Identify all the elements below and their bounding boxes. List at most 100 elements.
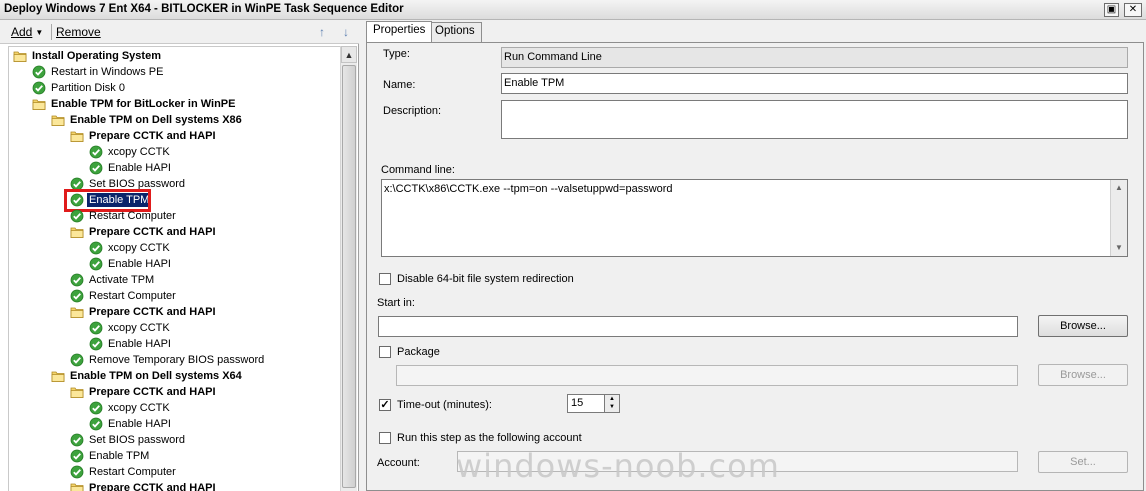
add-label: Add — [11, 25, 33, 39]
green-check-icon — [89, 337, 103, 351]
start-in-label: Start in: — [377, 297, 415, 309]
green-check-icon — [32, 65, 46, 79]
task-sequence-pane: Add ▼ Remove ↑ ↓ Install Operating System… — [0, 20, 359, 491]
scroll-up-arrow[interactable]: ▲ — [341, 46, 357, 63]
tree-step-item[interactable]: Partition Disk 0 — [32, 80, 127, 96]
green-check-icon — [70, 209, 84, 223]
tree-group-item[interactable]: Prepare CCTK and HAPI — [70, 384, 218, 400]
folder-icon — [13, 49, 27, 63]
set-account-button[interactable]: Set... — [1038, 451, 1128, 473]
start-in-field[interactable] — [378, 316, 1018, 337]
tree-step-item[interactable]: Restart Computer — [70, 464, 178, 480]
add-menu[interactable]: Add ▼ — [11, 25, 43, 39]
tree-group-item[interactable]: Install Operating System — [13, 48, 163, 64]
timeout-stepper[interactable]: ▲ ▼ — [604, 394, 620, 413]
watermark: windows-noob.com — [456, 447, 780, 485]
chevron-down-icon: ▼ — [35, 28, 44, 37]
move-down-icon[interactable]: ↓ — [338, 24, 354, 40]
tree-step-item[interactable]: Set BIOS password — [70, 432, 187, 448]
tree-step-item[interactable]: Enable HAPI — [89, 336, 173, 352]
move-up-icon[interactable]: ↑ — [314, 24, 330, 40]
run-as-checkbox[interactable] — [379, 432, 391, 444]
tree-item-label: Restart Computer — [89, 290, 176, 302]
tree-step-item[interactable]: xcopy CCTK — [89, 144, 172, 160]
tree-item-label: Enable TPM for BitLocker in WinPE — [51, 98, 236, 110]
tree-step-item[interactable]: Enable HAPI — [89, 416, 173, 432]
tree-step-item[interactable]: Enable HAPI — [89, 160, 173, 176]
package-checkbox[interactable] — [379, 346, 391, 358]
description-field[interactable] — [501, 100, 1128, 139]
scroll-down-arrow[interactable]: ▼ — [1111, 240, 1127, 256]
tree-item-label: Prepare CCTK and HAPI — [89, 306, 216, 318]
tree-group-item[interactable]: Enable TPM for BitLocker in WinPE — [32, 96, 237, 112]
step-properties-pane: Properties Options Type: Run Command Lin… — [362, 20, 1146, 491]
tree-scrollbar[interactable]: ▲ — [340, 46, 357, 491]
name-field[interactable]: Enable TPM — [501, 73, 1128, 94]
tree-item-label: Prepare CCTK and HAPI — [89, 130, 216, 142]
tree-step-item[interactable]: Restart Computer — [70, 288, 178, 304]
package-field[interactable] — [396, 365, 1018, 386]
scroll-up-arrow[interactable]: ▲ — [1111, 180, 1127, 196]
tree-group-item[interactable]: Prepare CCTK and HAPI — [70, 224, 218, 240]
tree-step-item[interactable]: xcopy CCTK — [89, 400, 172, 416]
remove-button[interactable]: Remove — [56, 25, 101, 39]
stepper-up-icon[interactable]: ▲ — [605, 395, 619, 403]
tree-step-item[interactable]: Enable TPM — [70, 448, 151, 464]
folder-icon — [51, 369, 65, 383]
green-check-icon — [70, 465, 84, 479]
account-label: Account: — [377, 457, 420, 469]
timeout-checkbox[interactable]: ✓ — [379, 399, 391, 411]
tree-item-label: Enable TPM on Dell systems X86 — [70, 114, 242, 126]
tree-step-item[interactable]: Enable HAPI — [89, 256, 173, 272]
restore-button[interactable]: ▣ — [1104, 3, 1119, 17]
scroll-thumb[interactable] — [342, 65, 356, 488]
tree-item-label: Prepare CCTK and HAPI — [89, 386, 216, 398]
tree-group-item[interactable]: Prepare CCTK and HAPI — [70, 128, 218, 144]
tree-step-item[interactable]: Activate TPM — [70, 272, 156, 288]
tree-step-item[interactable]: Restart Computer — [70, 208, 178, 224]
tree-item-label: Set BIOS password — [89, 434, 185, 446]
folder-icon — [70, 385, 84, 399]
tree-item-label: xcopy CCTK — [108, 242, 170, 254]
command-line-scrollbar[interactable]: ▲ ▼ — [1110, 180, 1127, 256]
tab-options[interactable]: Options — [428, 22, 482, 42]
description-label: Description: — [383, 105, 442, 117]
name-label: Name: — [383, 79, 416, 91]
remove-label: Remove — [56, 25, 101, 39]
tree-step-item[interactable]: xcopy CCTK — [89, 320, 172, 336]
tree-group-item[interactable]: Prepare CCTK and HAPI — [70, 480, 218, 491]
tree-item-label: Restart in Windows PE — [51, 66, 164, 78]
tree-item-label: Restart Computer — [89, 466, 176, 478]
tree-step-item[interactable]: Restart in Windows PE — [32, 64, 165, 80]
type-field: Run Command Line — [501, 47, 1128, 68]
tree-item-label: Enable HAPI — [108, 338, 171, 350]
green-check-icon — [70, 353, 84, 367]
stepper-down-icon[interactable]: ▼ — [605, 403, 619, 411]
tree-step-item[interactable]: Remove Temporary BIOS password — [70, 352, 266, 368]
folder-icon — [70, 225, 84, 239]
tab-properties[interactable]: Properties — [366, 21, 433, 42]
toolbar-divider — [51, 24, 52, 40]
task-sequence-tree[interactable]: Install Operating System Restart in Windo… — [8, 46, 340, 491]
tree-group-item[interactable]: Prepare CCTK and HAPI — [70, 304, 218, 320]
command-line-field[interactable]: x:\CCTK\x86\CCTK.exe --tpm=on --valsetup… — [381, 179, 1128, 257]
tree-item-label: xcopy CCTK — [108, 402, 170, 414]
properties-panel: Type: Run Command Line Name: Enable TPM … — [366, 42, 1144, 491]
tree-group-item[interactable]: Enable TPM on Dell systems X86 — [51, 112, 244, 128]
tree-item-label: Enable HAPI — [108, 418, 171, 430]
close-button[interactable]: ✕ — [1124, 3, 1142, 17]
disable-64bit-checkbox[interactable] — [379, 273, 391, 285]
green-check-icon — [89, 161, 103, 175]
green-check-icon — [70, 289, 84, 303]
tree-group-item[interactable]: Enable TPM on Dell systems X64 — [51, 368, 244, 384]
browse-package-button[interactable]: Browse... — [1038, 364, 1128, 386]
tree-item-label: Prepare CCTK and HAPI — [89, 226, 216, 238]
green-check-icon — [89, 145, 103, 159]
green-check-icon — [70, 433, 84, 447]
package-label: Package — [397, 346, 440, 358]
timeout-field[interactable]: 15 — [567, 394, 605, 413]
timeout-label: Time-out (minutes): — [397, 399, 492, 411]
type-label: Type: — [383, 48, 410, 60]
tree-step-item[interactable]: xcopy CCTK — [89, 240, 172, 256]
browse-start-in-button[interactable]: Browse... — [1038, 315, 1128, 337]
